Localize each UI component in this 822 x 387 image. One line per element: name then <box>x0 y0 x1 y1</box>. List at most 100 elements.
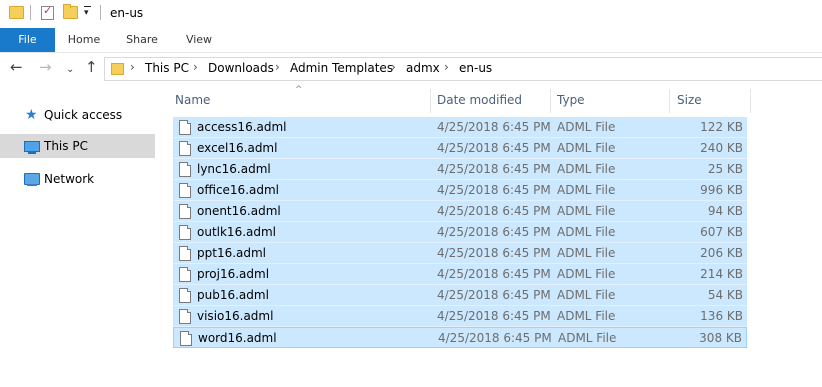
column-header-size[interactable]: Size <box>677 89 702 113</box>
sidebar-item-label: This PC <box>44 139 88 153</box>
file-name: ppt16.adml <box>197 246 267 260</box>
file-date-modified: 4/25/2018 6:45 PM <box>438 331 552 345</box>
file-date-modified: 4/25/2018 6:45 PM <box>437 288 551 302</box>
file-name: pub16.adml <box>197 288 269 302</box>
sidebar-item-network[interactable]: Network <box>0 167 155 191</box>
file-icon <box>179 309 191 324</box>
file-type: ADML File <box>557 183 616 197</box>
sidebar-item-label: Quick access <box>44 108 123 122</box>
file-size: 308 KB <box>699 331 742 345</box>
file-size: 94 KB <box>707 204 743 218</box>
file-name: onent16.adml <box>197 204 281 218</box>
file-type: ADML File <box>557 225 616 239</box>
chevron-right-icon[interactable]: › <box>444 60 449 74</box>
folder-icon <box>111 63 124 75</box>
file-type: ADML File <box>557 246 616 260</box>
ribbon-tabs: File Home Share View <box>0 28 822 53</box>
table-row[interactable]: outlk16.adml 4/25/2018 6:45 PM ADML File 60… <box>173 222 747 243</box>
file-date-modified: 4/25/2018 6:45 PM <box>437 120 551 134</box>
file-rows: access16.adml 4/25/2018 6:45 PM ADML File 1… <box>173 117 747 348</box>
file-date-modified: 4/25/2018 6:45 PM <box>437 183 551 197</box>
star-icon: ★ <box>25 107 38 123</box>
table-row[interactable]: ppt16.adml 4/25/2018 6:45 PM ADML File 206 … <box>173 243 747 264</box>
breadcrumb-admx[interactable]: admx <box>406 61 440 75</box>
sidebar-item-quick-access[interactable]: ★ Quick access <box>0 103 155 127</box>
file-type: ADML File <box>557 204 616 218</box>
file-name: visio16.adml <box>197 309 274 323</box>
back-arrow-icon[interactable]: ← <box>10 59 23 75</box>
navigation-pane: ★ Quick access This PC Network <box>0 83 158 387</box>
file-name: access16.adml <box>197 120 287 134</box>
table-row[interactable]: pub16.adml 4/25/2018 6:45 PM ADML File 54 K… <box>173 285 747 306</box>
file-type: ADML File <box>557 120 616 134</box>
file-size: 122 KB <box>700 120 743 134</box>
breadcrumb-admin-templates[interactable]: Admin Templates <box>290 61 393 75</box>
file-icon <box>179 225 191 240</box>
new-folder-icon[interactable] <box>63 4 78 19</box>
address-bar[interactable]: › This PC › Downloads › Admin Templates … <box>104 57 822 81</box>
file-list: ^ Name Date modified Type Size access16.… <box>158 83 822 387</box>
tab-view[interactable]: View <box>178 28 220 52</box>
chevron-right-icon[interactable]: › <box>193 60 198 74</box>
table-row[interactable]: proj16.adml 4/25/2018 6:45 PM ADML File 214… <box>173 264 747 285</box>
chevron-right-icon[interactable]: › <box>130 60 135 74</box>
file-size: 607 KB <box>700 225 743 239</box>
forward-arrow-icon[interactable]: → <box>39 59 52 75</box>
file-date-modified: 4/25/2018 6:45 PM <box>437 141 551 155</box>
column-divider[interactable] <box>750 89 751 113</box>
file-name: outlk16.adml <box>197 225 277 239</box>
recent-locations-chevron-icon[interactable]: ⌄ <box>66 62 74 78</box>
folder-icon <box>9 6 24 19</box>
network-icon <box>24 173 40 186</box>
file-icon <box>179 141 191 156</box>
file-size: 136 KB <box>700 309 743 323</box>
tab-share[interactable]: Share <box>120 28 164 52</box>
file-date-modified: 4/25/2018 6:45 PM <box>437 309 551 323</box>
table-row[interactable]: visio16.adml 4/25/2018 6:45 PM ADML File 13… <box>173 306 747 327</box>
properties-icon[interactable] <box>41 4 54 20</box>
tab-home[interactable]: Home <box>62 28 106 52</box>
breadcrumb-downloads[interactable]: Downloads <box>208 61 274 75</box>
table-row[interactable]: lync16.adml 4/25/2018 6:45 PM ADML File 25 … <box>173 159 747 180</box>
file-date-modified: 4/25/2018 6:45 PM <box>437 267 551 281</box>
file-date-modified: 4/25/2018 6:45 PM <box>437 162 551 176</box>
column-header-name[interactable]: Name <box>175 89 210 113</box>
window-title: en-us <box>110 6 144 20</box>
table-row[interactable]: word16.adml 4/25/2018 6:45 PM ADML File 308… <box>173 327 747 348</box>
file-type: ADML File <box>557 162 616 176</box>
computer-icon <box>24 141 40 154</box>
divider <box>100 5 101 20</box>
tab-file[interactable]: File <box>0 28 55 52</box>
table-row[interactable]: access16.adml 4/25/2018 6:45 PM ADML File 1… <box>173 117 747 138</box>
column-header-date-modified[interactable]: Date modified <box>437 89 522 113</box>
column-header-type[interactable]: Type <box>557 89 585 113</box>
divider <box>30 5 31 20</box>
file-icon <box>179 183 191 198</box>
column-divider[interactable] <box>430 89 431 113</box>
breadcrumb-en-us[interactable]: en-us <box>459 61 492 75</box>
file-size: 25 KB <box>707 162 743 176</box>
table-row[interactable]: excel16.adml 4/25/2018 6:45 PM ADML File 24… <box>173 138 747 159</box>
file-icon <box>179 267 191 282</box>
file-size: 240 KB <box>700 141 743 155</box>
file-icon <box>180 331 192 346</box>
table-row[interactable]: office16.adml 4/25/2018 6:45 PM ADML File 9… <box>173 180 747 201</box>
chevron-right-icon[interactable]: › <box>275 60 280 74</box>
file-type: ADML File <box>557 141 616 155</box>
file-icon <box>179 288 191 303</box>
file-name: office16.adml <box>197 183 280 197</box>
file-icon <box>179 204 191 219</box>
file-type: ADML File <box>557 267 616 281</box>
column-divider[interactable] <box>550 89 551 113</box>
breadcrumb-this-pc[interactable]: This PC <box>145 61 189 75</box>
column-divider[interactable] <box>669 89 670 113</box>
file-name: proj16.adml <box>197 267 270 281</box>
file-icon <box>179 120 191 135</box>
chevron-right-icon[interactable]: › <box>391 60 396 74</box>
up-arrow-icon[interactable]: ↑ <box>85 59 98 75</box>
file-name: word16.adml <box>198 331 277 345</box>
title-bar: ▾ en-us <box>0 0 822 28</box>
table-row[interactable]: onent16.adml 4/25/2018 6:45 PM ADML File 94… <box>173 201 747 222</box>
chevron-down-icon[interactable]: ▾ <box>84 6 91 18</box>
sidebar-item-this-pc[interactable]: This PC <box>0 134 155 158</box>
